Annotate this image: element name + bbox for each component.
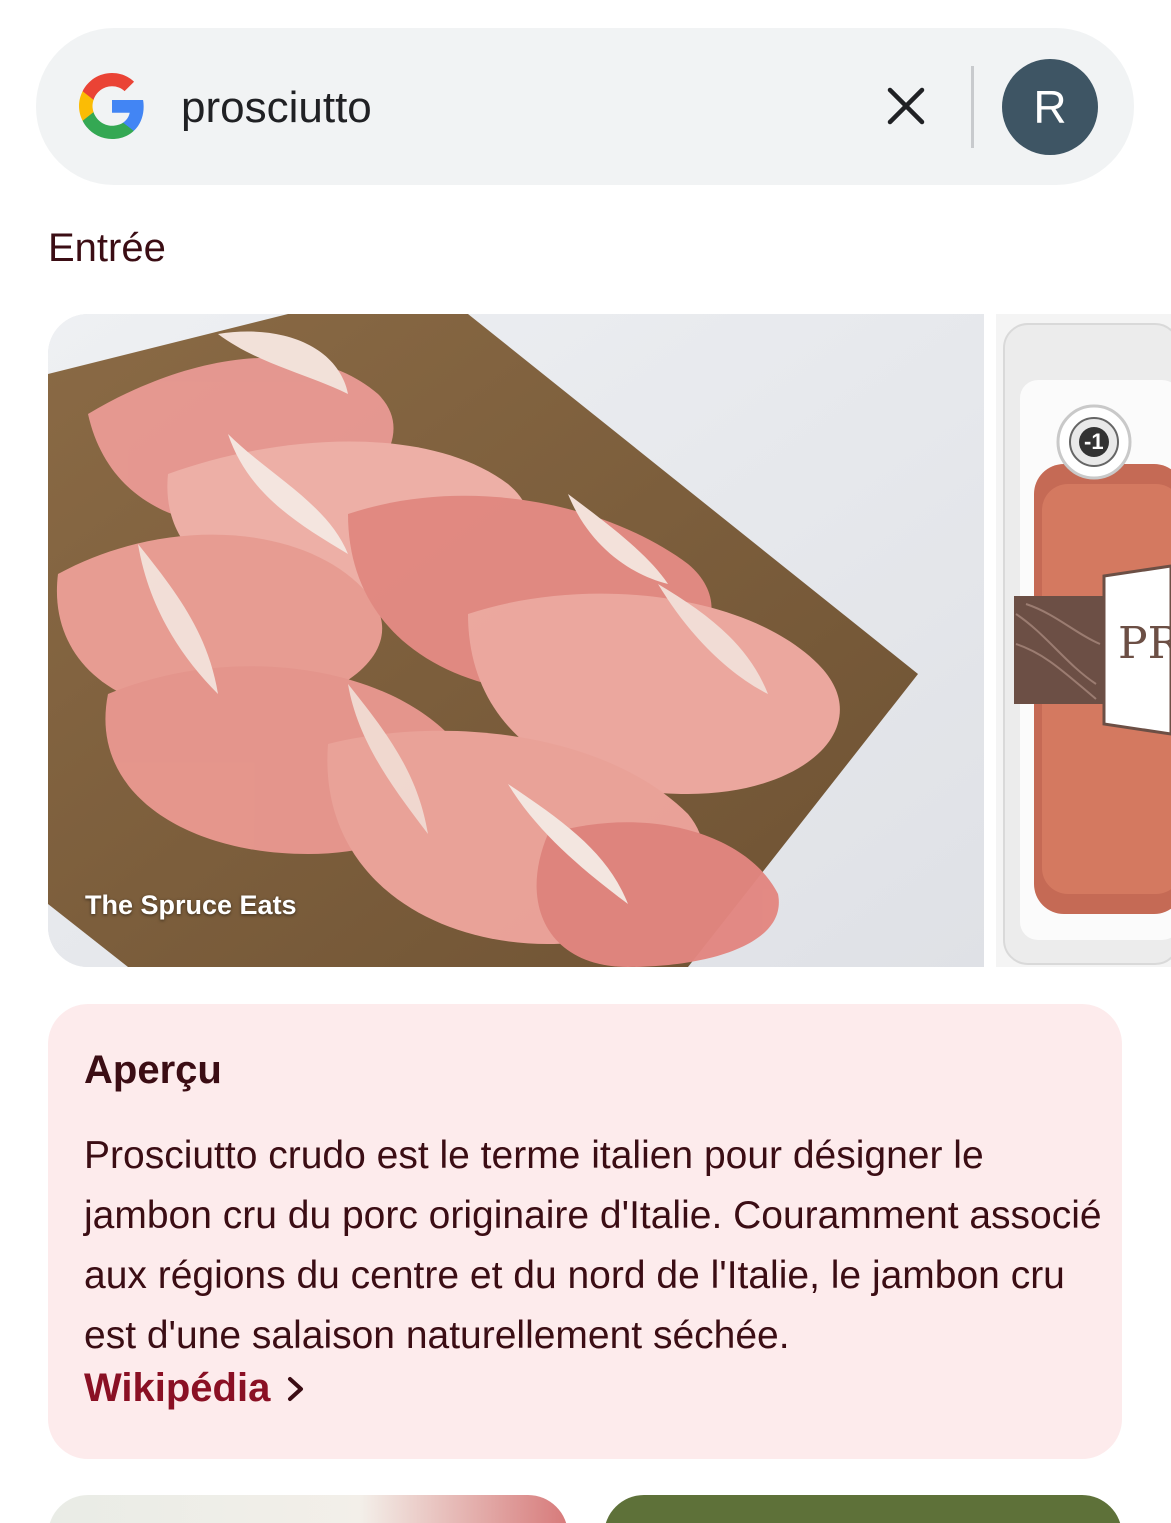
overview-title: Aperçu (84, 1048, 222, 1092)
package-label: PR (1118, 618, 1171, 669)
prosciutto-image[interactable] (48, 314, 984, 967)
chevron-right-icon (288, 1376, 304, 1401)
image-source-caption: The Spruce Eats (85, 890, 297, 920)
wikipedia-link-label: Wikipédia (84, 1366, 271, 1410)
clear-search-button[interactable] (878, 78, 934, 134)
prosciutto-photo (48, 314, 984, 967)
package-badge: -1 (1084, 429, 1104, 454)
avatar[interactable]: R (1002, 59, 1098, 155)
category-label: Entrée (48, 226, 166, 270)
close-icon (887, 87, 925, 125)
search-divider (971, 66, 974, 148)
related-card-right[interactable] (604, 1495, 1122, 1523)
related-card-left[interactable] (48, 1495, 568, 1523)
page: prosciutto R Entrée The Spruce Eats PR -… (0, 0, 1171, 1523)
search-input[interactable]: prosciutto (181, 80, 372, 136)
overview-description: Prosciutto crudo est le terme italien po… (84, 1134, 1102, 1357)
wikipedia-link[interactable]: Wikipédia (84, 1366, 306, 1411)
overview-card: Aperçu Prosciutto crudo est le terme ita… (48, 1004, 1122, 1459)
google-logo-icon[interactable] (76, 70, 148, 142)
